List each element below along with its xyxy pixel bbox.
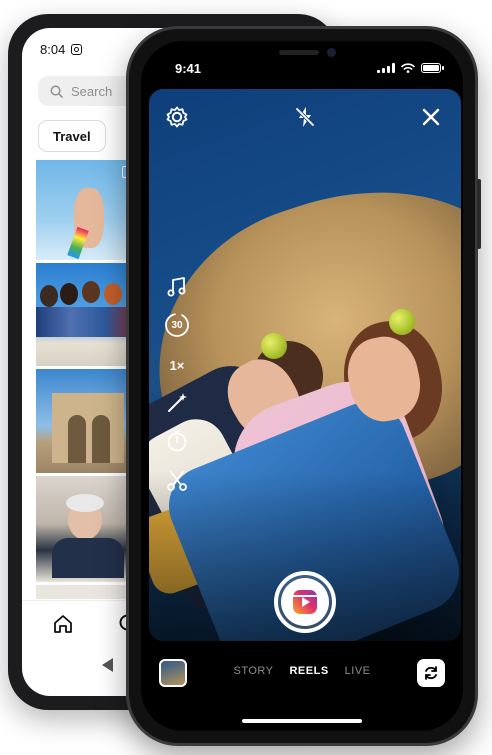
home-indicator[interactable] (242, 719, 362, 723)
signal-icon (377, 63, 395, 73)
record-inner (281, 578, 329, 626)
home-icon[interactable] (52, 613, 74, 635)
reels-icon (293, 590, 317, 614)
effects-icon[interactable] (163, 389, 191, 417)
timer-icon[interactable] (163, 427, 191, 455)
explore-tile[interactable] (36, 160, 140, 260)
explore-tile[interactable] (36, 476, 140, 582)
flash-off-icon[interactable] (293, 105, 317, 129)
search-placeholder: Search (71, 83, 113, 99)
mode-live[interactable]: LIVE (345, 665, 371, 677)
camera-viewfinder[interactable]: 30 1× (149, 89, 461, 641)
wifi-icon (401, 63, 415, 73)
close-icon[interactable] (421, 107, 441, 127)
status-icons (377, 63, 444, 73)
mode-reels[interactable]: REELS (289, 665, 328, 677)
status-time: 9:41 (175, 61, 202, 76)
front-camera (327, 48, 336, 57)
audio-icon[interactable] (163, 273, 191, 301)
battery-icon (421, 63, 444, 73)
front-phone: 9:41 30 1× STORY REELS LIVE (126, 26, 481, 746)
mode-bar: STORY REELS LIVE (141, 649, 463, 699)
explore-tile[interactable] (36, 263, 140, 366)
speed-icon[interactable]: 1× (163, 351, 191, 379)
mode-story[interactable]: STORY (233, 665, 273, 677)
length-icon[interactable]: 30 (163, 311, 191, 339)
photo-apple (389, 309, 415, 335)
status-time: 8:04 (40, 42, 66, 57)
settings-icon[interactable] (165, 105, 189, 129)
explore-tile[interactable] (36, 585, 140, 599)
notch (223, 41, 381, 71)
photo-apple (261, 333, 287, 359)
chip-travel[interactable]: Travel (38, 120, 106, 152)
android-status-bar: 8:04 (40, 42, 83, 57)
front-phone-screen: 9:41 30 1× STORY REELS LIVE (141, 41, 463, 731)
instagram-icon (71, 44, 83, 55)
record-button[interactable] (274, 571, 336, 633)
android-back-icon[interactable] (102, 658, 113, 672)
flip-camera-icon (425, 666, 437, 680)
align-icon[interactable] (163, 467, 191, 495)
flip-camera-button[interactable] (417, 659, 445, 687)
explore-tile[interactable] (36, 369, 140, 473)
speaker (279, 50, 319, 55)
gallery-button[interactable] (159, 659, 187, 687)
speed-label: 1× (169, 357, 185, 373)
length-label: 30 (171, 319, 183, 331)
side-button (477, 179, 481, 249)
search-icon (50, 85, 63, 98)
mode-selector: STORY REELS LIVE (233, 665, 370, 677)
